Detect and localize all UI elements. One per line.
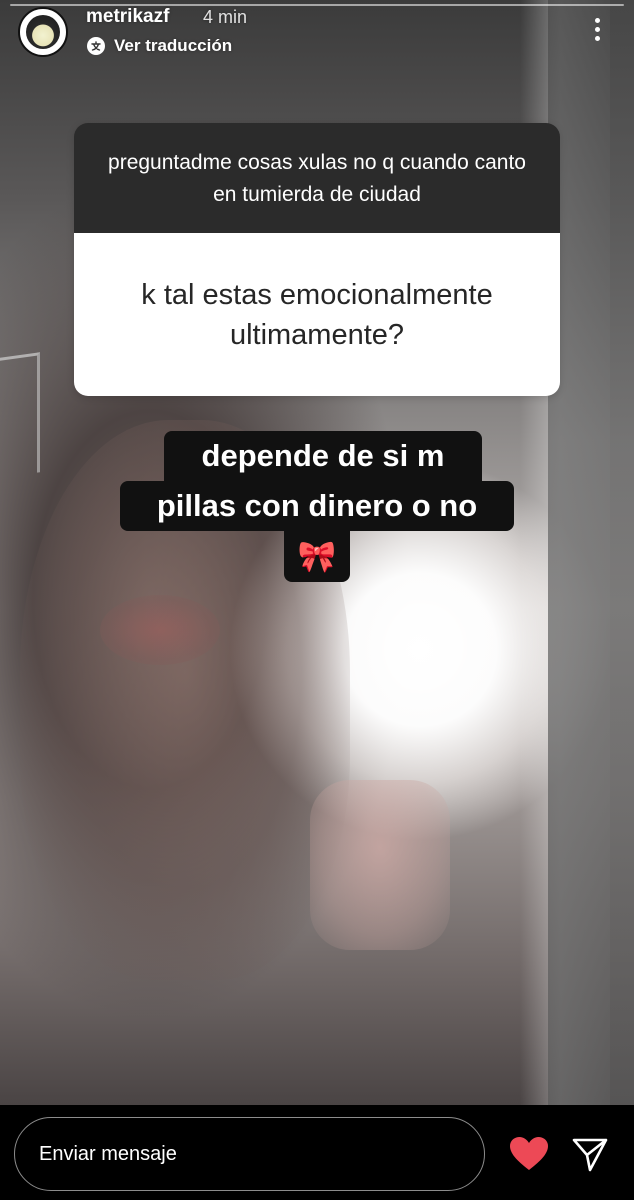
question-prompt: preguntadme cosas xulas no q cuando cant… (74, 123, 560, 233)
send-icon[interactable] (571, 1135, 609, 1173)
hand-area (310, 780, 450, 950)
ribbon-emoji: 🎀 (284, 531, 350, 582)
reply-bar (0, 1105, 634, 1200)
username[interactable]: metrikazf (86, 6, 169, 28)
post-time: 4 min (203, 7, 248, 27)
avatar[interactable] (18, 7, 68, 57)
background-frame (0, 352, 40, 478)
story-media[interactable]: metrikazf 4 min Ver traducción preguntad… (0, 0, 634, 1105)
heart-icon[interactable] (509, 1136, 549, 1172)
translate-label: Ver traducción (114, 36, 233, 55)
answer-line-2: pillas con dinero o no (120, 481, 514, 531)
translate-icon (87, 37, 105, 55)
translate-button[interactable]: Ver traducción (86, 36, 232, 56)
message-input[interactable] (14, 1117, 485, 1191)
question-text: k tal estas emocionalmente ultimamente? (74, 233, 560, 396)
question-sticker[interactable]: preguntadme cosas xulas no q cuando cant… (74, 123, 560, 396)
lips-area (100, 595, 220, 665)
more-options-icon[interactable] (585, 14, 609, 44)
answer-line-1: depende de si m (164, 431, 482, 481)
background-door (548, 0, 634, 1105)
avatar-image (26, 15, 60, 49)
